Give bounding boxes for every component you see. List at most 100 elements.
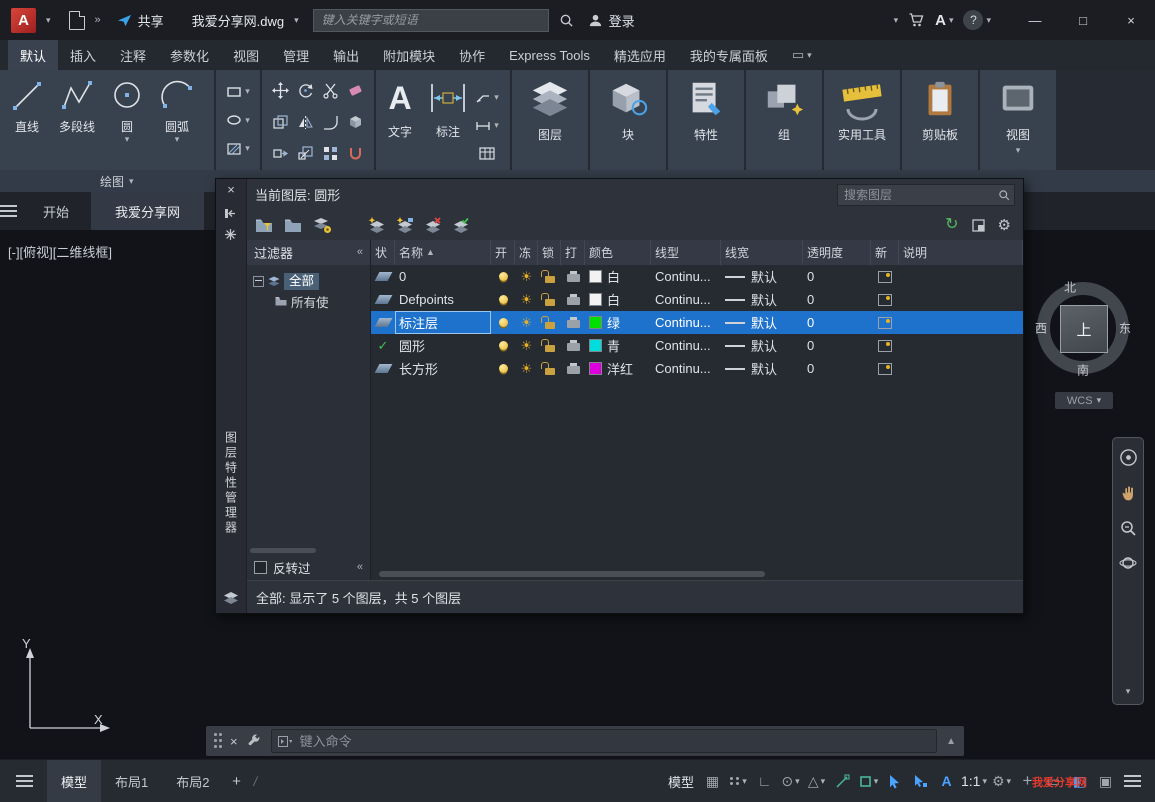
- ribbon-tab-default[interactable]: 默认: [8, 40, 58, 70]
- layer-freeze-icon[interactable]: ☀: [521, 293, 533, 306]
- viewport-controls[interactable]: [-][俯视][二维线框]: [8, 242, 112, 261]
- new-layer-icon[interactable]: [368, 217, 386, 233]
- viewcube-north[interactable]: 北: [1064, 279, 1076, 296]
- col-lock[interactable]: 锁: [538, 240, 561, 265]
- col-on[interactable]: 开: [491, 240, 515, 265]
- polyline-tool[interactable]: 多段线: [52, 70, 102, 170]
- stretch-tool-icon[interactable]: [272, 145, 289, 162]
- col-lineweight[interactable]: 线宽: [721, 240, 803, 265]
- layer-name[interactable]: 标注层: [395, 311, 491, 334]
- layer-color-cell[interactable]: 洋红: [585, 357, 651, 380]
- draw-panel-title[interactable]: 绘图: [100, 173, 124, 190]
- rotate-tool-icon[interactable]: [297, 82, 314, 99]
- ribbon-panel-layers[interactable]: 图层: [512, 70, 588, 170]
- layer-vpfreeze-icon[interactable]: [878, 363, 892, 375]
- ribbon-display-toggle[interactable]: ▭ ▾: [792, 40, 812, 70]
- ribbon-tab-parametric[interactable]: 参数化: [158, 40, 221, 70]
- hatch-tool[interactable]: ▾: [226, 142, 250, 156]
- annotation-scale-selector[interactable]: 1:1▾: [961, 768, 987, 794]
- layer-on-icon[interactable]: [499, 295, 508, 304]
- layer-linetype[interactable]: Continu...: [651, 357, 721, 380]
- layer-on-icon[interactable]: [499, 272, 508, 281]
- layer-name[interactable]: 圆形: [395, 334, 491, 357]
- navbar-more-chevron-icon[interactable]: ▾: [1126, 687, 1131, 696]
- invert-filter-checkbox[interactable]: [254, 561, 267, 574]
- layer-name[interactable]: 0: [395, 265, 491, 288]
- leader-tool[interactable]: ▾: [475, 92, 499, 104]
- ribbon-panel-properties[interactable]: 特性: [668, 70, 744, 170]
- layer-lineweight[interactable]: 默认: [721, 311, 803, 334]
- layer-linetype[interactable]: Continu...: [651, 334, 721, 357]
- settings-gear-icon[interactable]: ⚙: [998, 218, 1011, 233]
- layer-on-icon[interactable]: [499, 318, 508, 327]
- ribbon-tab-insert[interactable]: 插入: [58, 40, 108, 70]
- account-chevron-icon[interactable]: ▾: [894, 16, 899, 25]
- selection-cycling-toggle[interactable]: [883, 768, 906, 794]
- palette-close-icon[interactable]: ×: [216, 182, 246, 197]
- layer-states-manager-icon[interactable]: [313, 217, 332, 234]
- new-layout-button[interactable]: +: [223, 773, 249, 790]
- quick-access-expand-icon[interactable]: »: [95, 14, 101, 26]
- maximize-button[interactable]: □: [1059, 0, 1107, 40]
- ribbon-tab-manage[interactable]: 管理: [271, 40, 321, 70]
- arc-flyout-chevron-icon[interactable]: ▾: [175, 135, 180, 144]
- draw-panel-chevron-icon[interactable]: ▾: [129, 177, 134, 186]
- layer-vpfreeze-icon[interactable]: [878, 271, 892, 283]
- layer-search-icon[interactable]: [998, 189, 1010, 201]
- palette-autohide-icon[interactable]: [224, 207, 237, 220]
- annotation-visibility-toggle[interactable]: A: [935, 768, 958, 794]
- arc-tool[interactable]: 圆弧 ▾: [152, 70, 202, 170]
- layer-transparency[interactable]: 0: [803, 288, 871, 311]
- grid-display-toggle[interactable]: ▦: [701, 768, 724, 794]
- layer-on-icon[interactable]: [499, 364, 508, 373]
- fillet-tool-icon[interactable]: [322, 114, 339, 131]
- col-plot[interactable]: 打: [561, 240, 585, 265]
- layer-lineweight[interactable]: 默认: [721, 334, 803, 357]
- layer-color-cell[interactable]: 白: [585, 265, 651, 288]
- palette-properties-icon[interactable]: [224, 228, 237, 241]
- help-icon[interactable]: ?: [963, 10, 983, 30]
- help-chevron-icon[interactable]: ▾: [986, 16, 991, 25]
- circle-tool[interactable]: 圆 ▾: [102, 70, 152, 170]
- invert-collapse-icon[interactable]: «: [357, 562, 363, 573]
- filter-item-all-used[interactable]: 所有使: [247, 291, 370, 311]
- circle-flyout-chevron-icon[interactable]: ▾: [125, 135, 130, 144]
- layer-color-cell[interactable]: 白: [585, 288, 651, 311]
- orbit-icon[interactable]: [1119, 554, 1137, 572]
- filters-scrollbar[interactable]: [250, 546, 367, 554]
- wcs-selector[interactable]: WCS ▾: [1055, 392, 1113, 409]
- object-snap-tracking-toggle[interactable]: [831, 768, 854, 794]
- viewcube-top-face[interactable]: 上: [1060, 305, 1108, 353]
- ribbon-tab-addins[interactable]: 附加模块: [371, 40, 447, 70]
- layer-lock-icon[interactable]: [545, 299, 555, 306]
- autodesk-app-chevron-icon[interactable]: ▾: [949, 16, 954, 25]
- gizmo-toggle[interactable]: [909, 768, 932, 794]
- search-icon[interactable]: [559, 13, 574, 28]
- refresh-icon[interactable]: ↻: [945, 217, 958, 233]
- ribbon-tab-featured-apps[interactable]: 精选应用: [602, 40, 678, 70]
- layer-description[interactable]: [899, 357, 1023, 380]
- ribbon-panel-clipboard[interactable]: 剪贴板: [902, 70, 978, 170]
- layer-vpfreeze-icon[interactable]: [878, 294, 892, 306]
- erase-tool-icon[interactable]: [347, 82, 364, 99]
- app-logo[interactable]: A: [11, 8, 36, 33]
- ribbon-panel-block[interactable]: 块: [590, 70, 666, 170]
- customization-menu-icon[interactable]: [1124, 775, 1141, 787]
- viewcube-west[interactable]: 西: [1035, 320, 1047, 337]
- layer-lock-icon[interactable]: [545, 345, 555, 352]
- layer-vpfreeze-icon[interactable]: [878, 317, 892, 329]
- layer-row-0[interactable]: 0 ☀ 白 Continu... 默认 0: [371, 265, 1023, 288]
- layer-on-icon[interactable]: [499, 341, 508, 350]
- layer-name[interactable]: 长方形: [395, 357, 491, 380]
- layout1-tab[interactable]: 布局1: [101, 760, 162, 802]
- col-linetype[interactable]: 线型: [651, 240, 721, 265]
- layer-freeze-icon[interactable]: ☀: [521, 316, 533, 329]
- viewcube-east[interactable]: 东: [1119, 320, 1131, 337]
- zoom-icon[interactable]: [1119, 519, 1137, 537]
- layer-linetype[interactable]: Continu...: [651, 311, 721, 334]
- layer-lock-icon[interactable]: [545, 322, 555, 329]
- title-chevron-icon[interactable]: ▾: [294, 16, 299, 25]
- polar-tracking-toggle[interactable]: ⊙▾: [779, 768, 802, 794]
- ribbon-panel-utilities[interactable]: 实用工具: [824, 70, 900, 170]
- col-status[interactable]: 状: [371, 240, 395, 265]
